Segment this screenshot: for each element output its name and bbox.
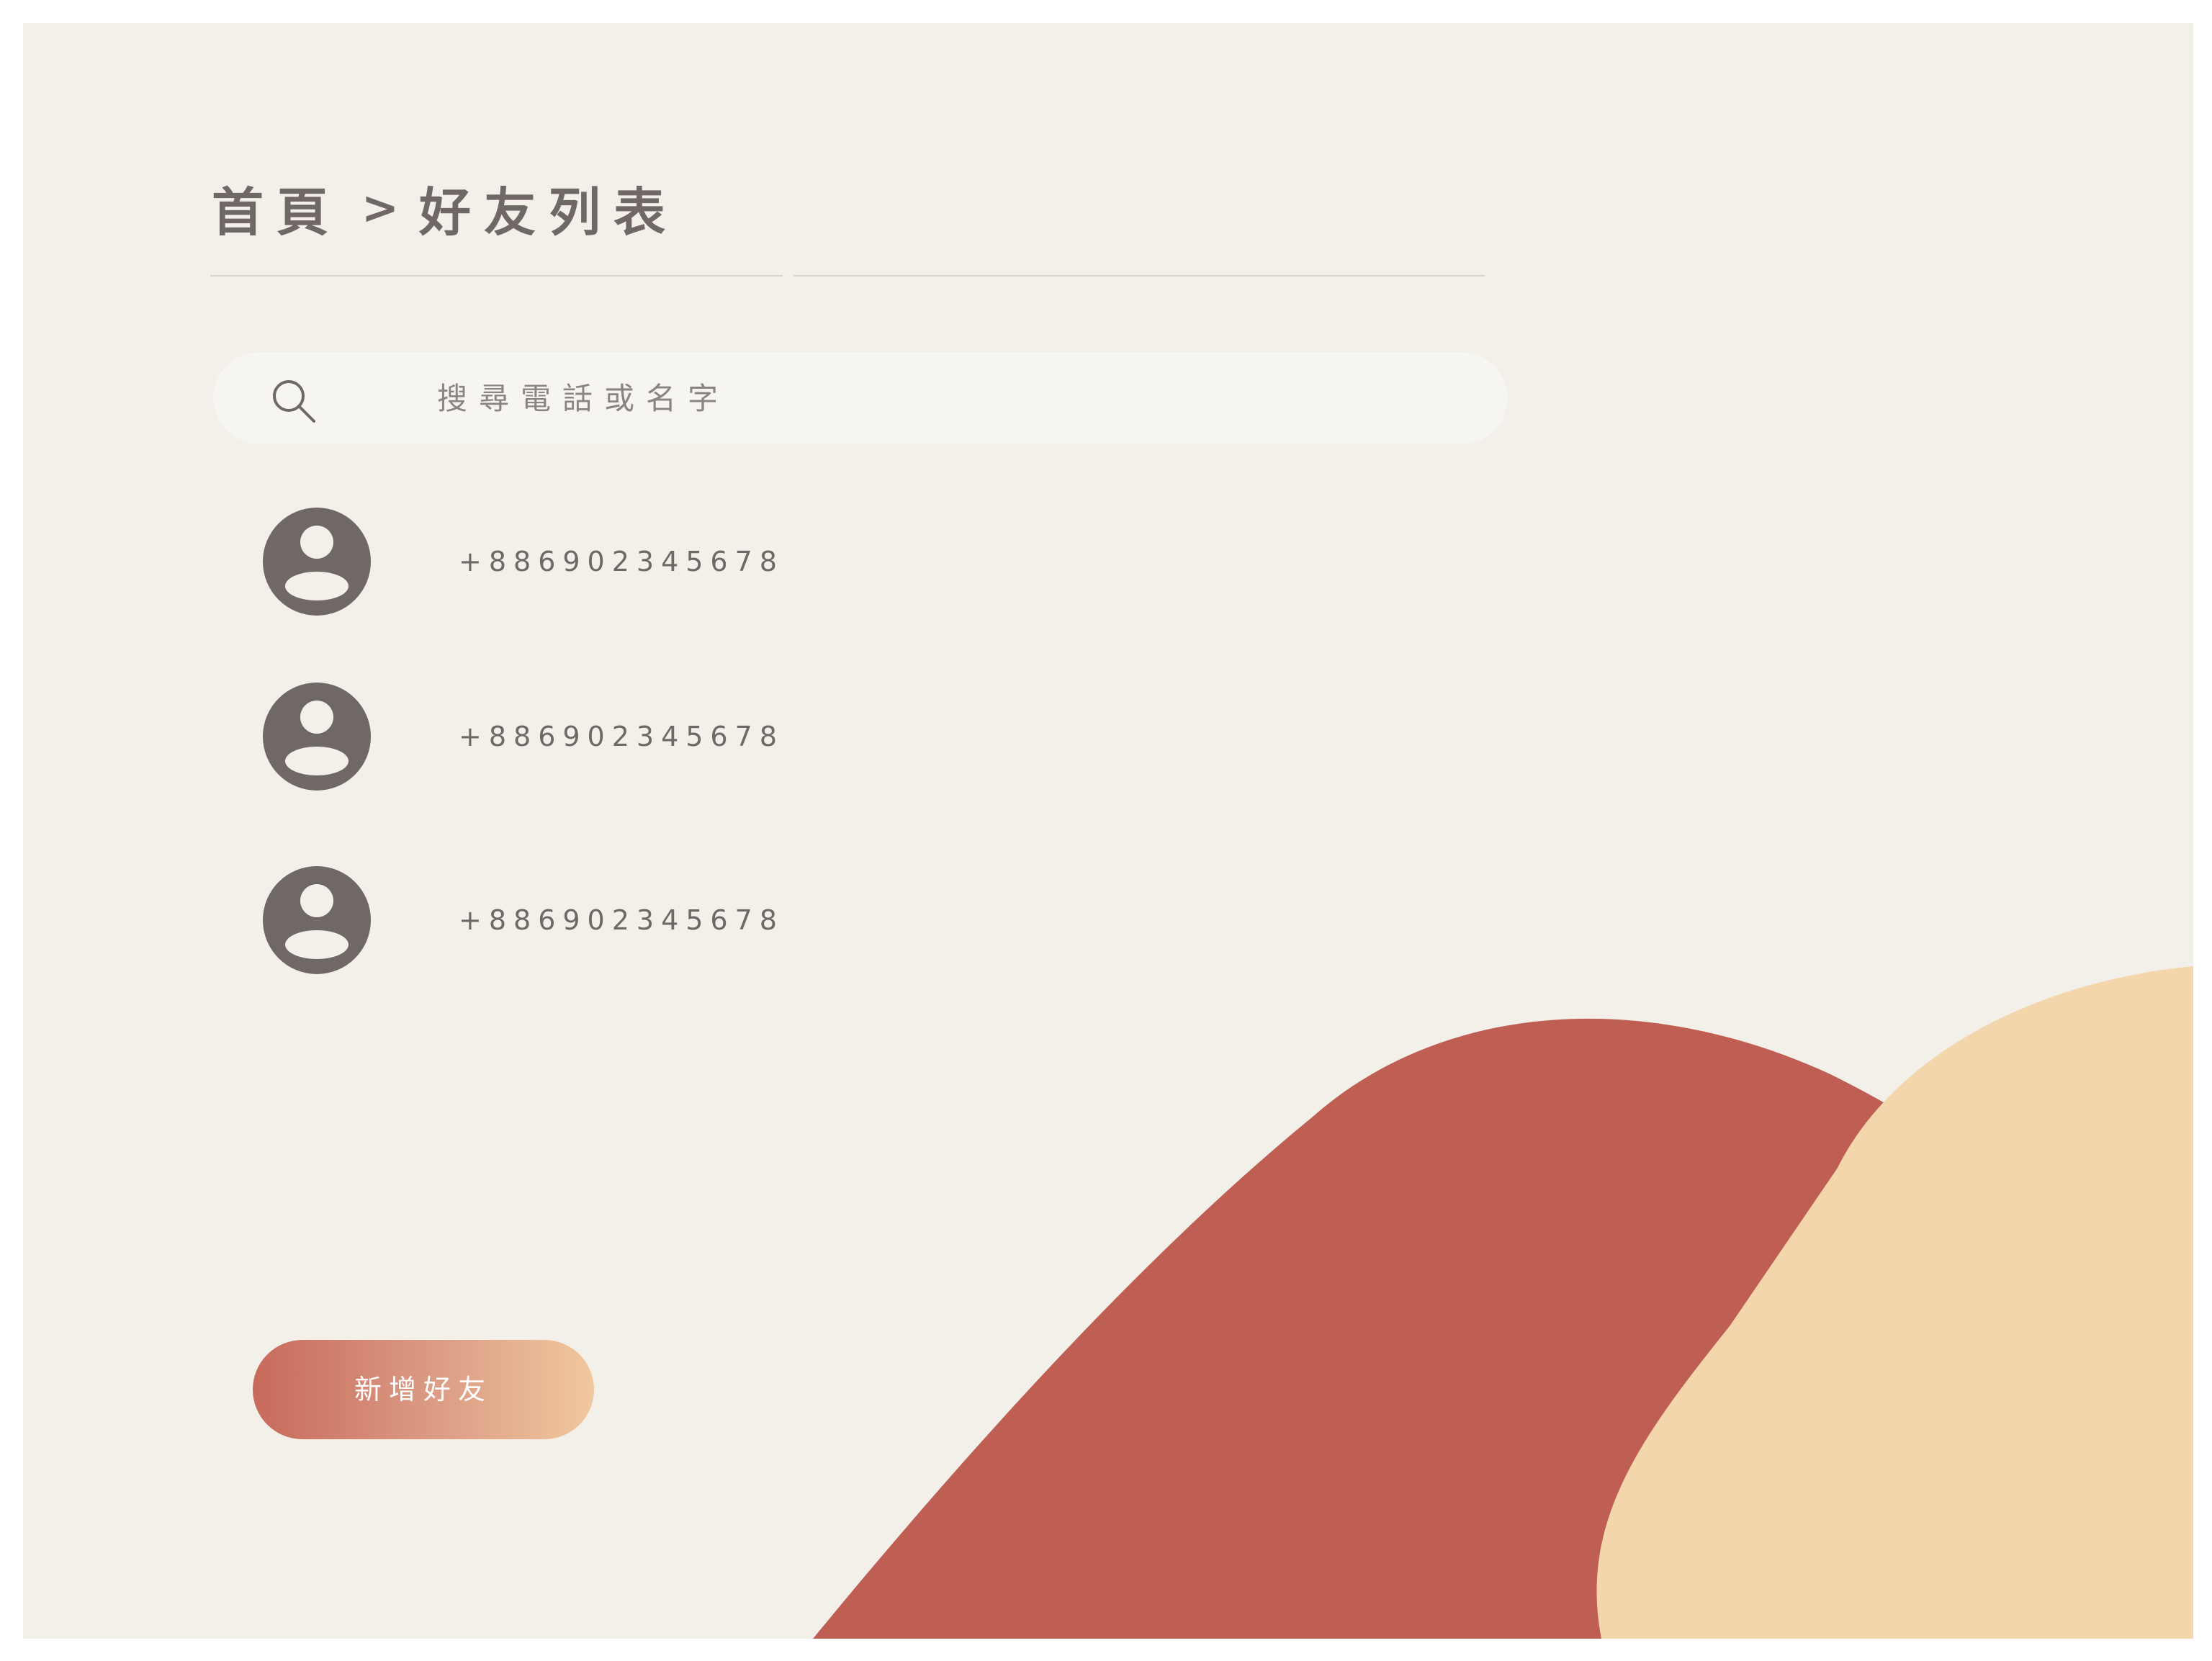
title-divider-right: [793, 275, 1485, 276]
search-icon[interactable]: [269, 376, 319, 426]
user-avatar-icon: [263, 508, 371, 616]
search-input[interactable]: 搜尋電話或名字: [212, 351, 1509, 445]
friend-list-item[interactable]: +886902345678: [263, 508, 968, 616]
breadcrumb: 首頁 > 好友列表: [212, 164, 678, 251]
friend-phone: +886902345678: [459, 546, 784, 577]
friend-list-item[interactable]: +886902345678: [263, 866, 968, 974]
page-title: 好友列表: [418, 181, 678, 243]
friend-phone: +886902345678: [459, 721, 784, 752]
search-placeholder: 搜尋電話或名字: [437, 381, 730, 416]
breadcrumb-separator: >: [361, 181, 399, 234]
friend-phone: +886902345678: [459, 904, 784, 936]
breadcrumb-home[interactable]: 首頁: [212, 170, 341, 246]
friend-list-item[interactable]: +886902345678: [263, 683, 968, 791]
title-divider-left: [210, 275, 783, 276]
user-avatar-icon: [263, 866, 371, 974]
add-friend-button[interactable]: 新增好友: [253, 1340, 594, 1439]
user-avatar-icon: [263, 683, 371, 791]
friend-list-page: 首頁 > 好友列表 搜尋電話或名字 +886902345678 +8869023…: [23, 23, 2193, 1639]
